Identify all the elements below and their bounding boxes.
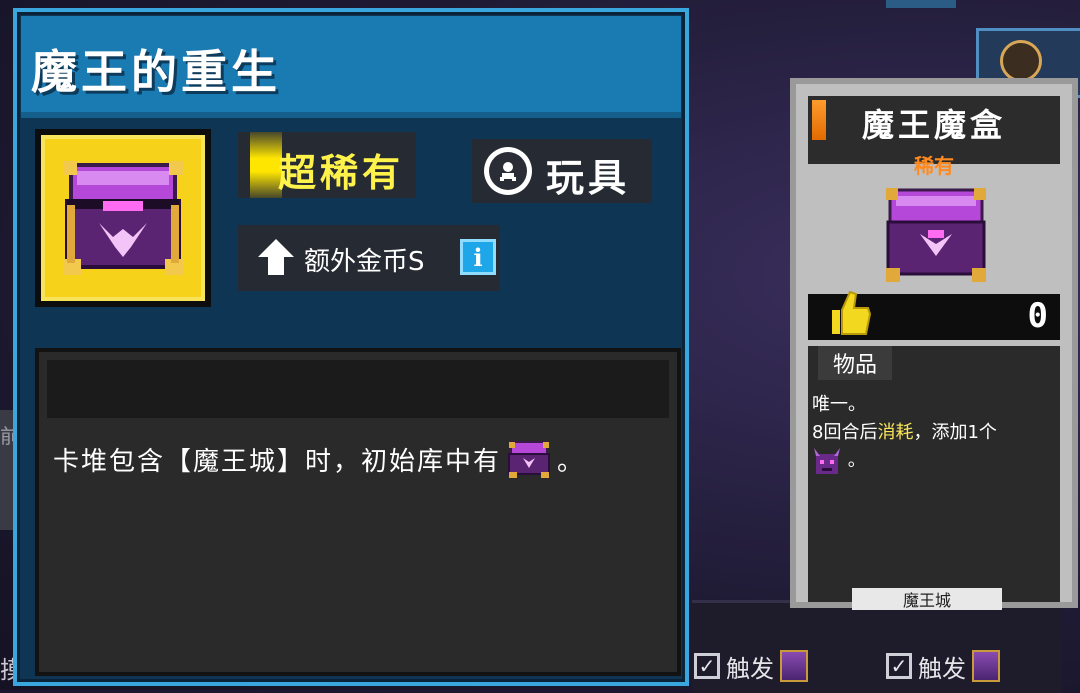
trigger-toggle-1[interactable]: ✓ 触发 <box>694 648 808 684</box>
rarity-badge: 超稀有 <box>238 132 416 198</box>
toy-type-icon <box>484 147 532 195</box>
like-bar: 0 <box>808 290 1060 340</box>
trigger-toggle-2[interactable]: ✓ 触发 <box>886 648 1000 684</box>
card-title: 魔王的重生 <box>31 45 281 99</box>
tooltip-body: 物品 唯一。 8回合后消耗，添加1个 。 <box>808 346 1060 602</box>
thumbs-up-icon[interactable] <box>828 288 872 336</box>
card-art-frame[interactable] <box>35 129 211 307</box>
description-box: 卡堆包含【魔王城】时，初始库中有 。 <box>35 348 681 676</box>
demon-icon <box>972 650 1000 682</box>
arrow-up-icon <box>258 239 294 275</box>
description-text: 卡堆包含【魔王城】时，初始库中有 。 <box>53 440 585 478</box>
tooltip-line-1: 唯一。 <box>812 394 866 415</box>
tooltip-line-3-suffix: 。 <box>847 450 866 471</box>
item-category-tag: 物品 <box>818 346 892 380</box>
tooltip-line-2-prefix: 8回合后 <box>812 422 878 443</box>
tooltip-set-label: 魔王城 <box>852 588 1002 610</box>
bonus-label: 额外金币S <box>304 247 425 277</box>
like-count: 0 <box>1027 296 1048 336</box>
checkbox-icon[interactable]: ✓ <box>694 653 720 679</box>
bonus-badge[interactable]: 额外金币S i <box>238 225 500 291</box>
coin-icon <box>1000 40 1042 82</box>
demon-box-icon <box>886 188 986 282</box>
demon-chest-icon <box>63 161 183 275</box>
card-detail-panel: 魔王的重生 超稀有 玩具 额外金币S i 卡堆包含【魔王城】时，初始库中有 。 <box>13 8 689 686</box>
trigger-label: 触发 <box>726 654 774 683</box>
title-bar: 魔王的重生 <box>21 16 681 118</box>
tooltip-rarity: 稀有 <box>914 154 954 178</box>
card-art <box>41 135 205 301</box>
description-header <box>47 360 669 418</box>
rarity-label: 超稀有 <box>278 151 405 195</box>
type-label: 玩具 <box>546 156 631 200</box>
info-icon[interactable]: i <box>460 239 496 275</box>
tooltip-line-2-suffix: ，添加1个 <box>913 422 997 443</box>
demon-box-icon <box>508 441 551 478</box>
description-prefix: 卡堆包含【魔王城】时，初始库中有 <box>53 446 502 477</box>
item-tooltip-card: 魔王魔盒 稀有 0 物品 唯一。 8回合后消耗，添加1个 。 魔王城 <box>790 78 1078 610</box>
description-suffix: 。 <box>557 446 586 477</box>
checkbox-icon[interactable]: ✓ <box>886 653 912 679</box>
tooltip-item-name: 魔王魔盒 <box>861 106 1006 144</box>
tooltip-line-3: 。 <box>812 446 866 476</box>
demon-icon <box>780 650 808 682</box>
demon-icon <box>814 448 840 474</box>
trigger-label: 触发 <box>918 654 966 683</box>
tooltip-line-2: 8回合后消耗，添加1个 <box>812 418 997 444</box>
background-tab <box>886 0 956 8</box>
type-badge[interactable]: 玩具 <box>472 139 652 203</box>
consume-keyword[interactable]: 消耗 <box>877 422 913 443</box>
